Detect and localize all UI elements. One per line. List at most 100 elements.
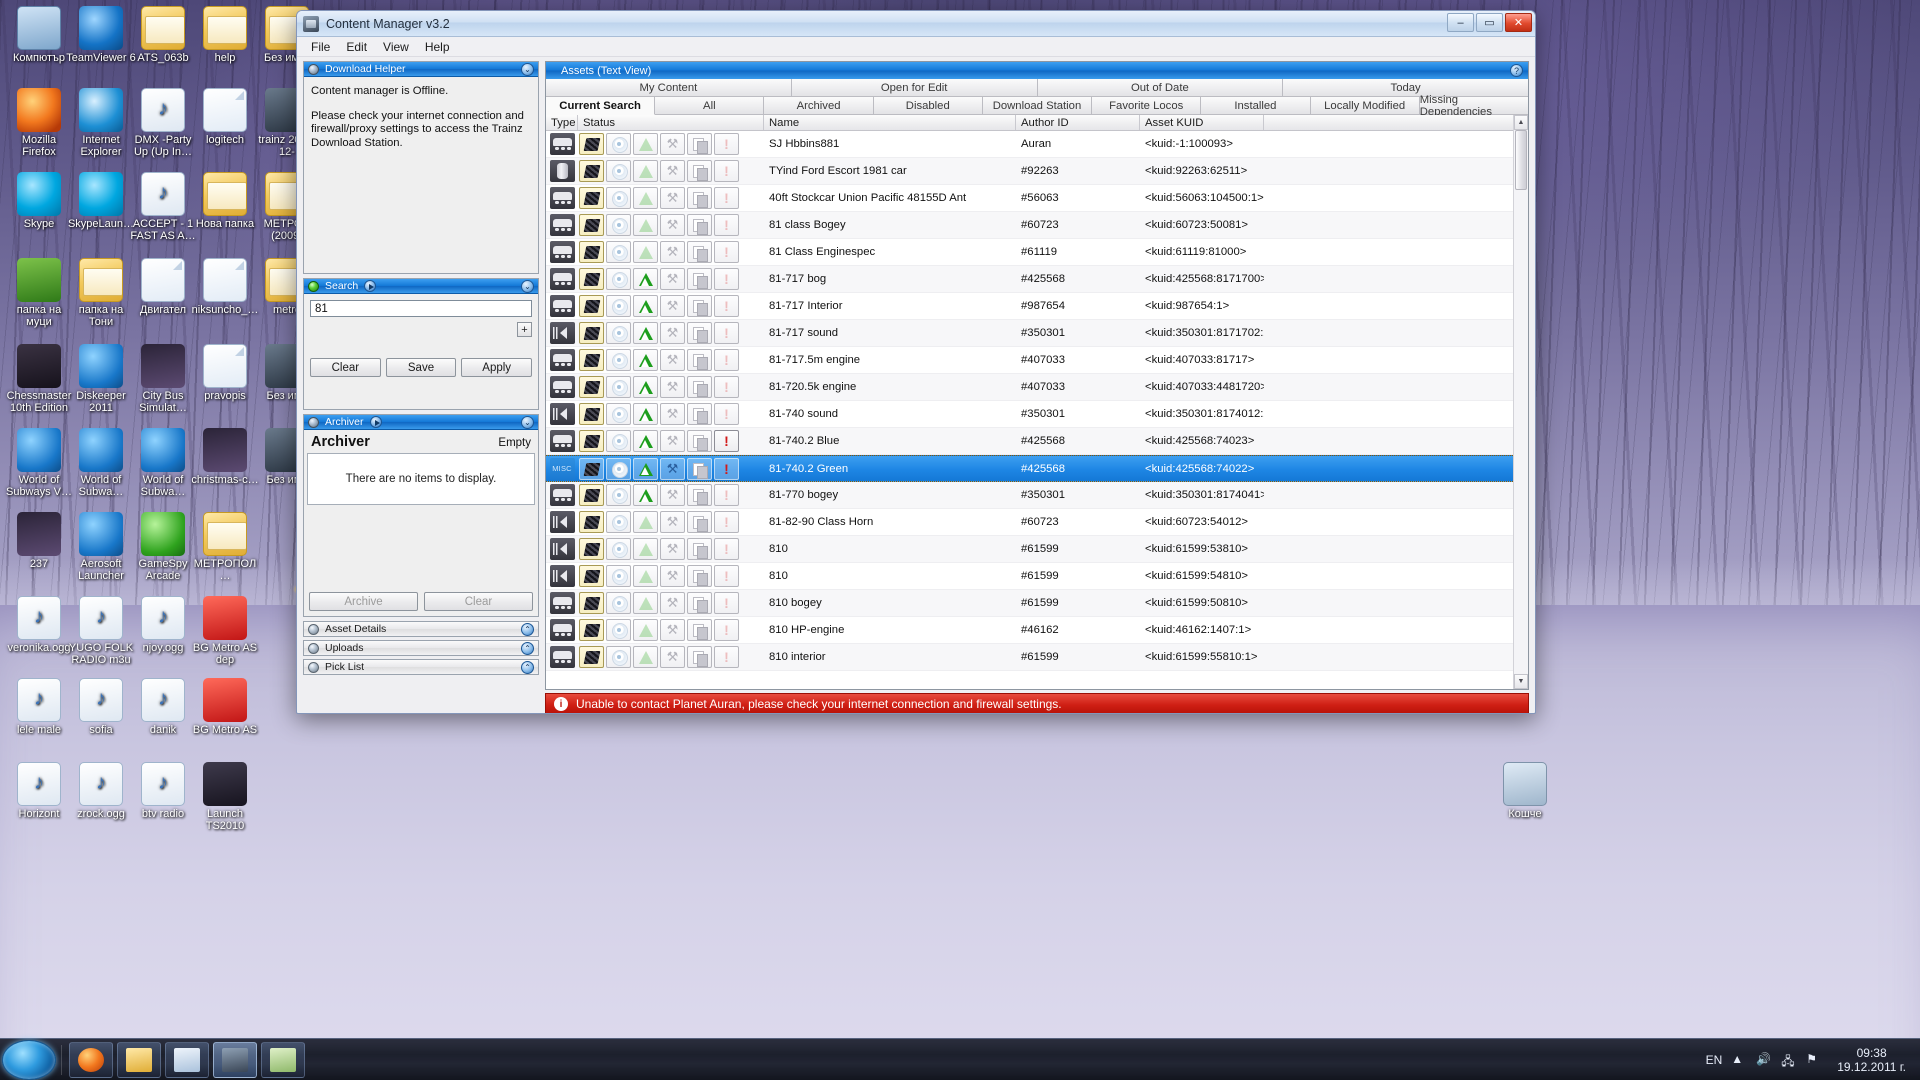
desktop-icon-6[interactable]: Internet Explorer [66, 88, 136, 158]
play-icon[interactable] [369, 416, 382, 428]
desktop-icon-5[interactable]: Mozilla Firefox [4, 88, 74, 158]
column-header-asset-kuid[interactable]: Asset KUID [1140, 115, 1264, 130]
chevron-up-icon[interactable]: ⌃ [521, 660, 534, 674]
assets-vertical-scrollbar[interactable]: ▲ ▼ [1513, 115, 1528, 689]
chevron-down-icon[interactable]: ⌄ [521, 62, 534, 76]
download-helper-header[interactable]: Download Helper ⌄ [304, 62, 538, 77]
desktop-icon-13[interactable]: Нова папка [190, 172, 260, 231]
desktop-icon-7[interactable]: DMX -Party Up (Up In… [128, 88, 198, 158]
help-icon[interactable]: ? [1510, 64, 1523, 77]
show-hidden-icons-icon[interactable]: ▲ [1731, 1052, 1747, 1068]
apply-button[interactable]: Apply [461, 358, 533, 377]
desktop-icon-recycle-bin[interactable]: Кошче [1490, 762, 1560, 821]
desktop-icon-42[interactable]: Horizont [4, 762, 74, 821]
desktop-icon-3[interactable]: help [190, 6, 260, 65]
taskbar-button-window-icon[interactable] [165, 1041, 209, 1078]
play-icon[interactable] [364, 280, 377, 292]
tab-my-content[interactable]: My Content [546, 79, 792, 97]
table-row[interactable]: ⚒! 810 #61599 <kuid:61599:53810> [546, 536, 1513, 563]
table-row[interactable]: ⚒! 81-770 bogey #350301 <kuid:350301:817404… [546, 482, 1513, 509]
desktop-icon-21[interactable]: Diskeeper 2011 [66, 344, 136, 414]
desktop-icon-45[interactable]: Launch TS2010 [190, 762, 260, 832]
table-row[interactable]: ⚒! 810 #61599 <kuid:61599:54810> [546, 563, 1513, 590]
column-header-name[interactable]: Name [764, 115, 1016, 130]
table-row[interactable]: ⚒! 81-82-90 Class Horn #60723 <kuid:60723:5… [546, 509, 1513, 536]
tab-open-for-edit[interactable]: Open for Edit [791, 79, 1038, 97]
column-header-status[interactable]: Status [578, 115, 764, 130]
desktop-icon-31[interactable]: Aerosoft Launcher [66, 512, 136, 582]
desktop-icon-23[interactable]: pravopis [190, 344, 260, 403]
scroll-up-button[interactable]: ▲ [1514, 115, 1528, 130]
maximize-button[interactable]: ▭ [1476, 13, 1503, 32]
chevron-down-icon[interactable]: ⌄ [521, 415, 534, 429]
archiver-clear-button[interactable]: Clear [424, 592, 533, 611]
tab-favorite-locos[interactable]: Favorite Locos [1092, 97, 1202, 115]
table-row[interactable]: ⚒! 81-720.5k engine #407033 <kuid:407033:44… [546, 374, 1513, 401]
desktop-icon-10[interactable]: Skype [4, 172, 74, 231]
taskbar-button-window2-icon[interactable] [261, 1041, 305, 1078]
desktop-icon-44[interactable]: btv radio [128, 762, 198, 821]
desktop-icon-41[interactable]: BG Metro AS [190, 678, 260, 737]
tab-archived[interactable]: Archived [764, 97, 874, 115]
search-input[interactable] [310, 300, 532, 317]
archiver-list[interactable]: There are no items to display. [307, 453, 535, 505]
archive-button[interactable]: Archive [309, 592, 418, 611]
table-row[interactable]: ⚒! 40ft Stockcar Union Pacific 48155D Ant… [546, 185, 1513, 212]
desktop-icon-22[interactable]: City Bus Simulat… [128, 344, 198, 414]
volume-icon[interactable]: 🔊 [1756, 1052, 1772, 1068]
tab-missing-dependencies[interactable]: Missing Dependencies [1419, 94, 1528, 118]
archiver-panel-header[interactable]: Archiver ⌄ [304, 415, 538, 430]
minimize-button[interactable]: – [1447, 13, 1474, 32]
desktop-icon-25[interactable]: World of Subways V… [4, 428, 74, 498]
desktop-icon-26[interactable]: World of Subwa… [66, 428, 136, 498]
table-row[interactable]: ⚒! SJ Hbbins881 Auran <kuid:-1:100093> [546, 131, 1513, 158]
chevron-down-icon[interactable]: ⌄ [521, 279, 534, 293]
table-row[interactable]: ⚒! 81 class Bogey #60723 <kuid:60723:50081> [546, 212, 1513, 239]
desktop-icon-43[interactable]: zrock.ogg [66, 762, 136, 821]
taskbar-clock[interactable]: 09:38 19.12.2011 г. [1831, 1046, 1912, 1074]
tab-download-station[interactable]: Download Station [982, 97, 1093, 115]
assets-tabs-secondary[interactable]: Current Search All Archived Disabled Downloa… [546, 94, 1528, 118]
table-row[interactable]: ⚒! 81-717 bog #425568 <kuid:425568:8171700> [546, 266, 1513, 293]
language-indicator[interactable]: EN [1706, 1053, 1723, 1067]
menu-edit[interactable]: Edit [338, 38, 375, 56]
table-row[interactable]: ⚒! 810 HP-engine #46162 <kuid:46162:1407:1> [546, 617, 1513, 644]
assets-grid-rows[interactable]: ⚒! SJ Hbbins881 Auran <kuid:-1:100093> ⚒! TYi… [546, 131, 1513, 689]
table-row[interactable]: ⚒! 81 Class Enginespec #61119 <kuid:61119:8… [546, 239, 1513, 266]
menu-help[interactable]: Help [417, 38, 458, 56]
assets-grid-header[interactable]: Type Status Name Author ID Asset KUID [546, 115, 1513, 131]
table-row[interactable]: ⚒! 81-740.2 Blue #425568 <kuid:425568:74023… [546, 428, 1513, 455]
window-titlebar[interactable]: Content Manager v3.2 – ▭ ✕ [297, 11, 1535, 37]
tab-out-of-date[interactable]: Out of Date [1037, 79, 1284, 97]
table-row[interactable]: MISC ⚒! 81-740.2 Green #425568 <kuid:425568:… [546, 455, 1513, 482]
add-search-criteria-button[interactable]: + [517, 322, 532, 337]
start-button[interactable] [2, 1039, 56, 1080]
tab-installed[interactable]: Installed [1201, 97, 1311, 115]
assets-panel-header[interactable]: Assets (Text View) ? [546, 62, 1528, 79]
desktop-icon-8[interactable]: logitech [190, 88, 260, 147]
table-row[interactable]: ⚒! 810 bogey #61599 <kuid:61599:50810> [546, 590, 1513, 617]
desktop-icon-18[interactable]: niksuncho_… [190, 258, 260, 317]
table-row[interactable]: ⚒! 81-740 sound #350301 <kuid:350301:817401… [546, 401, 1513, 428]
table-row[interactable]: ⚒! 81-717.5m engine #407033 <kuid:407033:81… [546, 347, 1513, 374]
desktop-icon-11[interactable]: SkypeLaun… [66, 172, 136, 231]
desktop-icon-27[interactable]: World of Subwa… [128, 428, 198, 498]
desktop-icon-28[interactable]: christmas-c… [190, 428, 260, 487]
desktop-icon-36[interactable]: njoy.ogg [128, 596, 198, 655]
scroll-down-button[interactable]: ▼ [1514, 674, 1528, 689]
uploads-panel-collapsed[interactable]: Uploads ⌃ [303, 640, 539, 656]
desktop-icon-39[interactable]: sofia [66, 678, 136, 737]
desktop-icon-32[interactable]: GameSpy Arcade [128, 512, 198, 582]
assets-tabs-primary[interactable]: My Content Open for Edit Out of Date Today [546, 79, 1528, 97]
content-manager-window[interactable]: Content Manager v3.2 – ▭ ✕ File Edit Vie… [296, 10, 1536, 714]
desktop-icon-38[interactable]: lele male [4, 678, 74, 737]
table-row[interactable]: ⚒! 810 interior #61599 <kuid:61599:55810:1> [546, 644, 1513, 671]
taskbar-button-explorer-icon[interactable] [117, 1041, 161, 1078]
table-row[interactable]: ⚒! 81-717 sound #350301 <kuid:350301:817170… [546, 320, 1513, 347]
desktop-icon-17[interactable]: Двигател [128, 258, 198, 317]
desktop-icon-12[interactable]: ACCEPT - 1 FAST AS A… [128, 172, 198, 242]
desktop-icon-20[interactable]: Chessmaster 10th Edition [4, 344, 74, 414]
desktop-icon-16[interactable]: папка на Тони [66, 258, 136, 328]
taskbar-button-content-manager-icon[interactable] [213, 1041, 257, 1078]
column-header-author-id[interactable]: Author ID [1016, 115, 1140, 130]
